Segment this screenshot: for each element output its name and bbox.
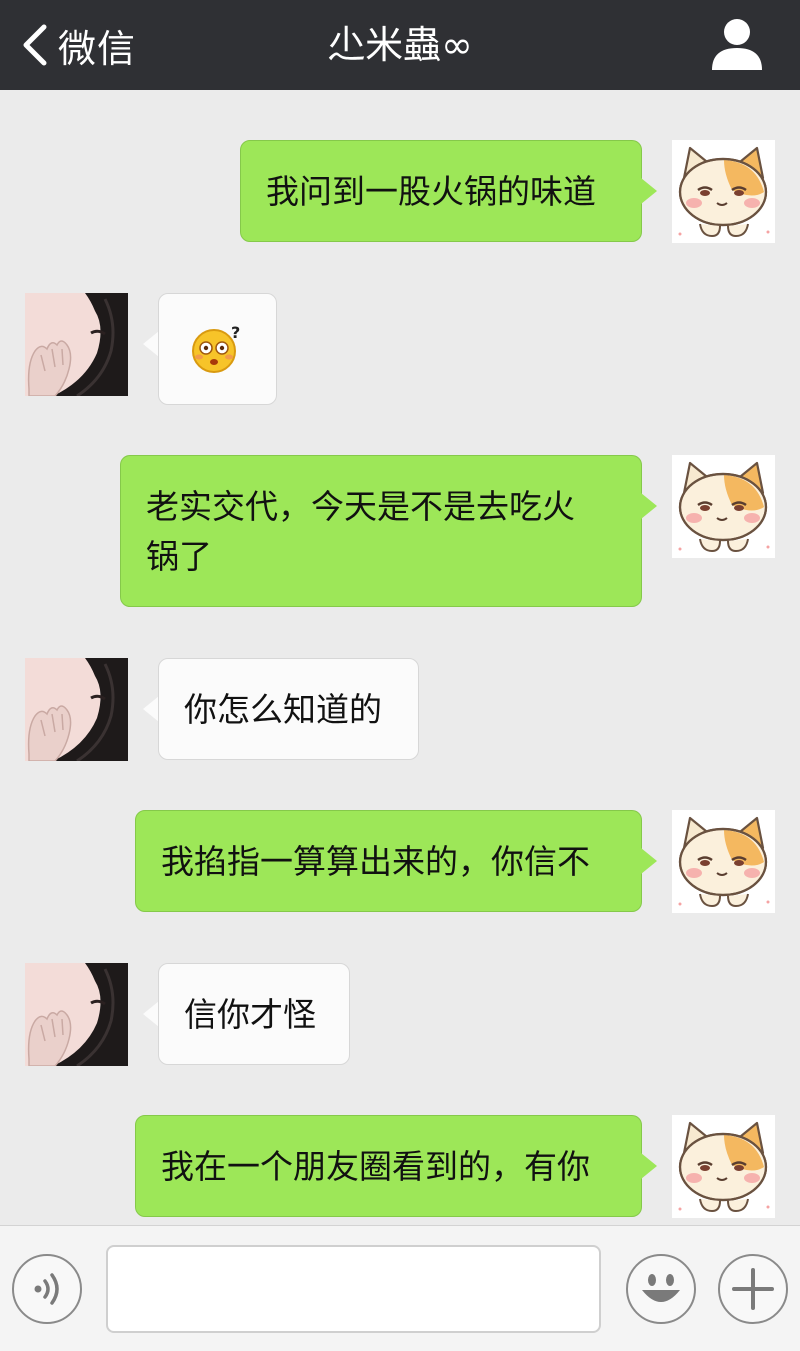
chat-title: 尐米蟲∞ bbox=[327, 23, 473, 67]
message-bubble[interactable]: 我在一个朋友圈看到的，有你 bbox=[135, 1115, 642, 1217]
input-bar bbox=[0, 1225, 800, 1351]
girl-avatar-image bbox=[25, 963, 128, 1066]
message-row-incoming: 信你才怪 bbox=[0, 960, 800, 1070]
cat-avatar-image bbox=[672, 810, 775, 913]
cat-avatar-image bbox=[672, 140, 775, 243]
cat-avatar-image bbox=[672, 455, 775, 558]
voice-button[interactable] bbox=[12, 1254, 82, 1324]
girl-avatar-image bbox=[25, 658, 128, 761]
girl-avatar-image bbox=[25, 293, 128, 396]
message-bubble[interactable]: 你怎么知道的 bbox=[158, 658, 419, 760]
my-avatar[interactable] bbox=[672, 810, 775, 913]
message-input[interactable] bbox=[106, 1245, 601, 1333]
message-text-line: 锅了 bbox=[146, 537, 212, 576]
person-icon bbox=[712, 19, 762, 70]
bubble-tail bbox=[641, 178, 657, 204]
bubble-tail bbox=[143, 331, 159, 357]
bubble-tail bbox=[143, 696, 159, 722]
contact-avatar[interactable] bbox=[25, 963, 128, 1066]
message-bubble[interactable]: ? bbox=[158, 293, 277, 405]
message-text-line: 老实交代，今天是不是去吃火 bbox=[146, 487, 575, 526]
message-text: 我问到一股火锅的味道 bbox=[266, 172, 596, 211]
message-bubble[interactable]: 我问到一股火锅的味道 bbox=[240, 140, 642, 242]
bubble-tail bbox=[641, 493, 657, 519]
confused-face-emoji-icon: ? bbox=[192, 324, 240, 373]
message-row-incoming: 你怎么知道的 bbox=[0, 655, 800, 765]
contact-avatar[interactable] bbox=[25, 293, 128, 396]
emoji-button[interactable] bbox=[626, 1254, 696, 1324]
voice-icon bbox=[34, 1273, 59, 1305]
my-avatar[interactable] bbox=[672, 140, 775, 243]
message-list[interactable]: 我问到一股火锅的味道 ? 老实交代，今天是不是去吃火 锅了 你怎么知道的 我掐指… bbox=[0, 90, 800, 1225]
message-bubble[interactable]: 老实交代，今天是不是去吃火 锅了 bbox=[120, 455, 642, 607]
svg-text:?: ? bbox=[231, 324, 240, 342]
my-avatar[interactable] bbox=[672, 455, 775, 558]
cat-avatar-image bbox=[672, 1115, 775, 1218]
plus-icon bbox=[732, 1268, 774, 1310]
message-bubble[interactable]: 我掐指一算算出来的，你信不 bbox=[135, 810, 642, 912]
message-row-outgoing: 我在一个朋友圈看到的，有你 bbox=[0, 1110, 800, 1225]
message-row-outgoing: 老实交代，今天是不是去吃火 锅了 bbox=[0, 450, 800, 620]
my-avatar[interactable] bbox=[672, 1115, 775, 1218]
message-text: 我在一个朋友圈看到的，有你 bbox=[161, 1147, 590, 1186]
message-row-outgoing: 我问到一股火锅的味道 bbox=[0, 90, 800, 250]
more-button[interactable] bbox=[718, 1254, 788, 1324]
message-text: 我掐指一算算出来的，你信不 bbox=[161, 842, 590, 881]
bubble-tail bbox=[641, 848, 657, 874]
contact-avatar[interactable] bbox=[25, 658, 128, 761]
message-row-incoming: ? bbox=[0, 290, 800, 410]
chat-header: 微信 尐米蟲∞ bbox=[0, 0, 800, 90]
profile-button[interactable] bbox=[708, 14, 766, 72]
message-bubble[interactable]: 信你才怪 bbox=[158, 963, 350, 1065]
message-text: 你怎么知道的 bbox=[184, 690, 382, 729]
smiley-icon bbox=[642, 1274, 680, 1302]
message-row-outgoing: 我掐指一算算出来的，你信不 bbox=[0, 805, 800, 915]
message-text: 信你才怪 bbox=[184, 995, 316, 1034]
bubble-tail bbox=[641, 1153, 657, 1179]
bubble-tail bbox=[143, 1001, 159, 1027]
